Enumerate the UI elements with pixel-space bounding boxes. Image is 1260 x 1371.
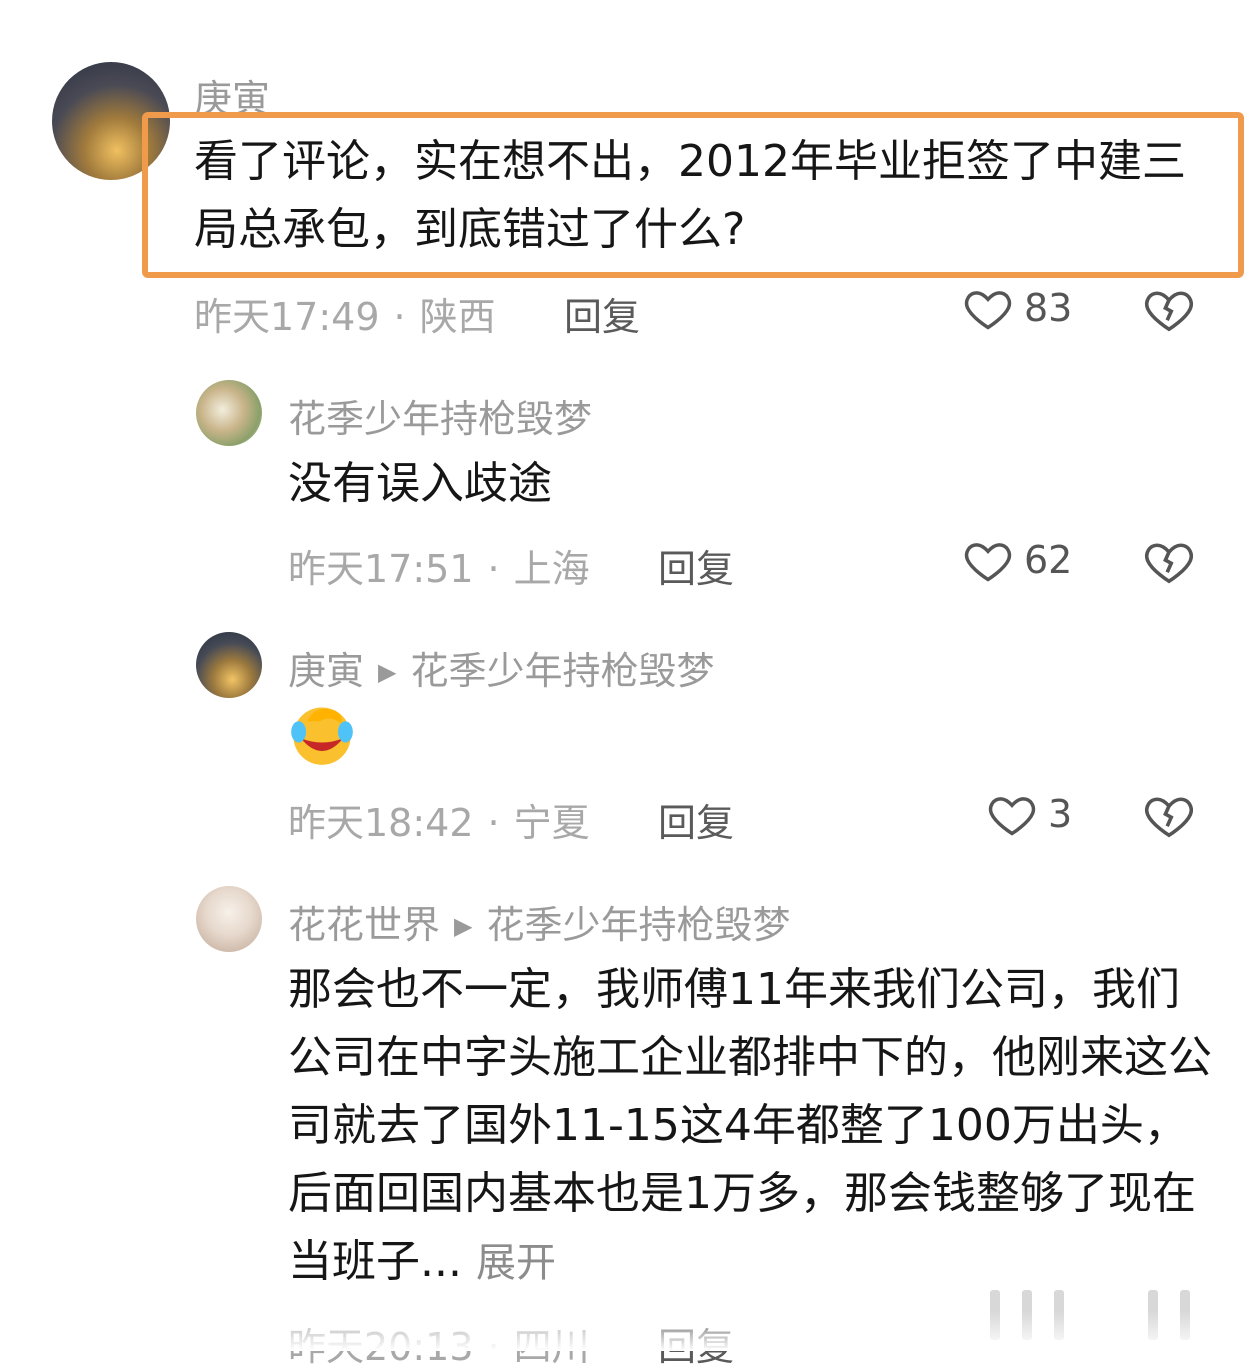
like-button[interactable]: 83 (962, 282, 1072, 334)
dislike-button[interactable] (1142, 788, 1196, 846)
reply-button[interactable]: 回复 (564, 286, 640, 341)
like-count: 83 (1024, 286, 1073, 330)
avatar[interactable] (196, 632, 262, 698)
comment-meta: 昨天18:42 · 宁夏 (288, 801, 590, 845)
reply-button[interactable]: 回复 (658, 538, 734, 593)
expand-link[interactable]: 展开 (476, 1240, 556, 1286)
comment-location: 陕西 (419, 295, 496, 339)
comment-username[interactable]: 庚寅 (288, 649, 364, 693)
comment-username[interactable]: 花季少年持枪毁梦 (288, 388, 592, 443)
comment-body: 那会也不一定，我师傅11年来我们公司，我们公司在中字头施工企业都排中下的，他刚来… (288, 964, 1212, 1287)
reply-button[interactable]: 回复 (658, 792, 734, 847)
heart-outline-icon (988, 797, 1036, 836)
reply-header: 庚寅 ▶ 花季少年持枪毁梦 (288, 640, 715, 695)
comment-time: 昨天17:49 (194, 295, 380, 339)
broken-heart-icon (1144, 291, 1194, 332)
comment-username[interactable]: 花花世界 (288, 903, 440, 947)
reply-arrow-icon: ▶ (454, 912, 473, 940)
avatar[interactable] (196, 886, 262, 952)
reply-to-username[interactable]: 花季少年持枪毁梦 (486, 903, 790, 947)
laughing-crying-emoji (291, 707, 353, 765)
broken-heart-icon (1144, 797, 1194, 838)
dislike-button[interactable] (1142, 282, 1196, 340)
reply-header: 花花世界 ▶ 花季少年持枪毁梦 (288, 894, 791, 949)
comment-time: 昨天17:51 (288, 547, 474, 591)
comment-location: 宁夏 (513, 801, 590, 845)
comment-text: 看了评论，实在想不出，2012年毕业拒签了中建三局总承包，到底错过了什么? (194, 136, 1186, 255)
dislike-button[interactable] (1142, 534, 1196, 592)
comment-meta: 昨天17:49 · 陕西 (194, 295, 496, 339)
comment-text: 没有误入歧途 (288, 458, 552, 509)
like-button[interactable]: 62 (962, 534, 1072, 586)
comment-text: 那会也不一定，我师傅11年来我们公司，我们公司在中字头施工企业都排中下的，他刚来… (288, 956, 1218, 1297)
like-count: 62 (1024, 538, 1073, 582)
like-count: 3 (1048, 792, 1073, 836)
reply-to-username[interactable]: 花季少年持枪毁梦 (410, 649, 714, 693)
bottom-fade (0, 1311, 1260, 1351)
heart-outline-icon (964, 543, 1012, 582)
reply-arrow-icon: ▶ (378, 658, 397, 686)
comment-meta: 昨天17:51 · 上海 (288, 547, 590, 591)
heart-outline-icon (964, 291, 1012, 330)
like-button[interactable]: 3 (986, 788, 1072, 840)
avatar[interactable] (196, 380, 262, 446)
comment-time: 昨天18:42 (288, 801, 474, 845)
broken-heart-icon (1144, 543, 1194, 584)
comment-location: 上海 (513, 547, 590, 591)
